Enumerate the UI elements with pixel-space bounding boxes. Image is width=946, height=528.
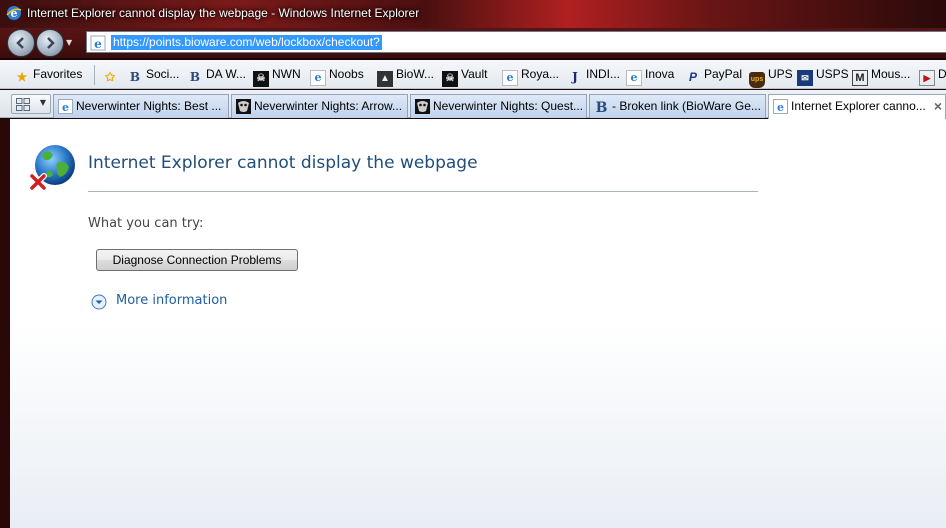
favorite-label: DA W... (206, 67, 247, 81)
favorites-button[interactable]: ★ Favorites (14, 65, 83, 84)
favorite-link[interactable]: J INDI... (567, 65, 620, 84)
bioware-b-icon: B (129, 70, 141, 84)
favorite-label: D (938, 67, 946, 81)
usps-icon: ✉ (797, 70, 813, 86)
favorite-link[interactable]: B Soci... (127, 65, 179, 84)
error-page: Internet Explorer cannot display the web… (10, 119, 946, 528)
favorites-label: Favorites (33, 67, 83, 81)
favorite-label: Inova (645, 67, 675, 81)
tab-list-dropdown-icon[interactable]: ▼ (40, 98, 46, 107)
back-button[interactable] (7, 29, 35, 57)
tab-label: Neverwinter Nights: Quest... (433, 99, 584, 113)
svg-text:e: e (62, 101, 69, 114)
ups-icon: ups (749, 72, 765, 88)
favorite-link[interactable]: B DA W... (187, 65, 246, 84)
favorite-link[interactable]: M Mous... (852, 65, 911, 86)
globe-error-icon (29, 145, 75, 191)
favorite-label: Mous... (871, 67, 911, 81)
favorite-link[interactable]: P PayPal (685, 65, 742, 84)
star-icon: ★ (16, 70, 28, 84)
nwn-mask-icon (415, 99, 430, 114)
nwn-mask-icon: ☠ (253, 71, 269, 87)
tab-bar: ▼ e Neverwinter Nights: Best ... Neverwi… (0, 90, 946, 119)
ie-page-icon: e (626, 70, 642, 86)
tab-broken-link[interactable]: B - Broken link (BioWare Ge... (589, 94, 766, 118)
m-icon: M (852, 70, 868, 86)
recent-pages-dropdown-icon[interactable]: ▼ (66, 38, 74, 47)
paypal-icon: P (688, 70, 697, 84)
tab-label: Internet Explorer canno... (791, 99, 926, 113)
diagnose-connection-button[interactable]: Diagnose Connection Problems (96, 249, 298, 271)
favorite-label: BioW... (396, 67, 435, 81)
favorite-label: USPS (816, 67, 849, 81)
what-you-can-try-label: What you can try: (88, 216, 204, 231)
page-ie-icon: e (90, 35, 106, 51)
favorite-link[interactable]: e Inova (626, 65, 675, 86)
quick-tabs-button[interactable]: ▼ (11, 94, 51, 114)
tab-active-error[interactable]: e Internet Explorer canno... × (768, 94, 946, 119)
svg-text:e: e (94, 37, 102, 51)
nwn-mask-icon: ☠ (442, 71, 458, 87)
title-divider (88, 191, 758, 192)
ie-page-icon: e (773, 99, 788, 114)
bioware-b-icon: B (189, 70, 201, 84)
favorite-label: Vault (461, 67, 488, 81)
ie-page-icon: e (58, 99, 73, 114)
indi-icon: J (572, 70, 578, 84)
favorites-separator (94, 65, 95, 85)
navigation-bar: ▼ e https://points.bioware.com/web/lockb… (0, 28, 946, 58)
expand-chevron-icon[interactable] (91, 294, 107, 310)
favorite-label: NWN (272, 67, 301, 81)
window-left-frame (0, 119, 10, 528)
tab-neverwinter-best[interactable]: e Neverwinter Nights: Best ... (53, 94, 229, 118)
close-tab-icon[interactable]: × (934, 95, 942, 117)
address-bar[interactable]: e https://points.bioware.com/web/lockbox… (86, 31, 946, 53)
forward-arrow-icon (47, 37, 55, 49)
favorite-label: UPS (768, 67, 793, 81)
window-title: Internet Explorer cannot display the web… (27, 6, 420, 20)
tab-label: Neverwinter Nights: Best ... (76, 99, 222, 113)
favorite-link[interactable]: ☠ Vault (442, 65, 488, 87)
favorite-link[interactable]: e Noobs (310, 65, 364, 86)
nwn-mask-icon (236, 99, 251, 114)
favorite-link[interactable]: ☠ NWN (253, 65, 301, 87)
favorite-label: Roya... (521, 67, 560, 81)
favorite-label: Noobs (329, 67, 364, 81)
back-arrow-icon (16, 37, 24, 49)
bioware-b-icon: B (596, 100, 608, 114)
favorite-label: INDI... (586, 67, 621, 81)
tab-label: Neverwinter Nights: Arrow... (254, 99, 403, 113)
favorite-label: Soci... (146, 67, 180, 81)
bioware-logo-icon: ▲ (377, 71, 393, 87)
favorite-label: PayPal (704, 67, 743, 81)
error-title: Internet Explorer cannot display the web… (88, 153, 478, 173)
red-play-icon: ▶ (919, 70, 935, 86)
favorite-link[interactable]: ▶ D (919, 65, 946, 86)
forward-button[interactable] (36, 29, 64, 57)
svg-text:e: e (777, 101, 784, 114)
ie-logo-icon: e (6, 6, 22, 20)
address-url[interactable]: https://points.bioware.com/web/lockbox/c… (111, 35, 382, 50)
svg-text:B: B (596, 100, 608, 114)
add-star-icon: ✩ (104, 70, 116, 84)
tab-label: - Broken link (BioWare Ge... (612, 99, 761, 113)
favorite-link[interactable]: e Roya... (502, 65, 560, 86)
ie-page-icon: e (310, 70, 326, 86)
tab-neverwinter-quest[interactable]: Neverwinter Nights: Quest... (410, 94, 587, 118)
window-title-bar: e Internet Explorer cannot display the w… (0, 0, 946, 28)
favorites-bar: ★ Favorites ✩ B Soci... B DA W... ☠ NWN e Noo… (0, 60, 946, 89)
add-to-favorites-icon[interactable]: ✩ (102, 65, 118, 84)
more-information-link[interactable]: More information (116, 293, 227, 308)
favorite-link[interactable]: ups UPS (749, 65, 793, 88)
favorite-link[interactable]: ✉ USPS (797, 65, 849, 86)
favorite-link[interactable]: ▲ BioW... (377, 65, 435, 87)
ie-page-icon: e (502, 70, 518, 86)
tab-neverwinter-arrow[interactable]: Neverwinter Nights: Arrow... (231, 94, 408, 118)
quick-tabs-grid-icon (16, 98, 30, 111)
